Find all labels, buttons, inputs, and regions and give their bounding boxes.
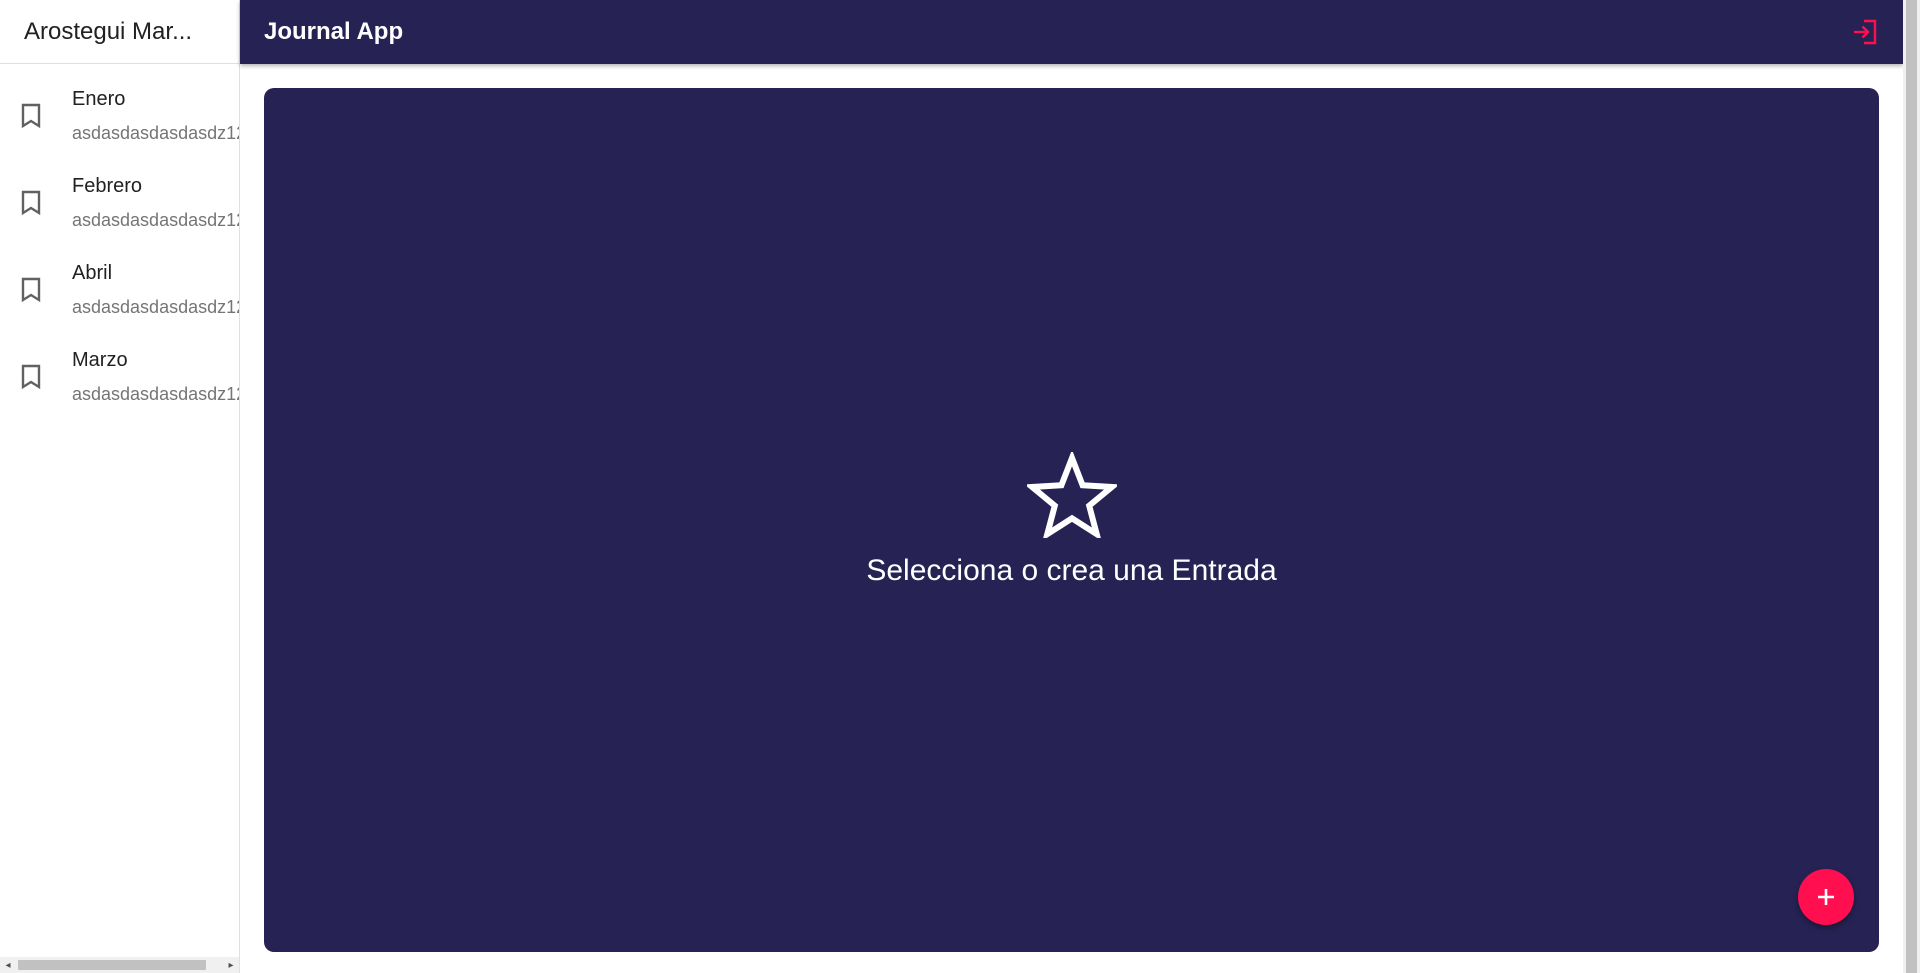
empty-state: Selecciona o crea una Entrada	[264, 452, 1879, 588]
entry-list: Enero asdasdasdasdasdz123 Febrero asdasd…	[0, 64, 239, 420]
list-item[interactable]: Enero asdasdasdasdasdz123	[0, 72, 239, 159]
entry-body: asdasdasdasdasdz123	[72, 383, 240, 404]
list-item[interactable]: Marzo asdasdasdasdasdz123	[0, 333, 239, 420]
app-bar: Journal App	[240, 0, 1903, 64]
entry-title: Abril	[72, 261, 113, 284]
entry-title: Enero	[72, 87, 126, 110]
app-title: Journal App	[264, 18, 404, 45]
scroll-right-icon[interactable]: ▸	[223, 957, 239, 973]
list-item[interactable]: Abril asdasdasdasdasdz123	[0, 246, 239, 333]
bookmark-icon	[21, 103, 41, 128]
scrollbar-track[interactable]	[16, 957, 223, 973]
sidebar-header: Arostegui Mar...	[0, 0, 239, 64]
bookmark-icon	[21, 190, 41, 215]
user-name: Arostegui Mar...	[24, 17, 193, 45]
add-entry-button[interactable]	[1798, 869, 1854, 925]
bookmark-icon	[21, 364, 41, 389]
horizontal-scrollbar[interactable]: ◂ ▸	[0, 957, 239, 973]
empty-message: Selecciona o crea una Entrada	[866, 554, 1277, 587]
list-item[interactable]: Febrero asdasdasdasdasdz123	[0, 159, 239, 246]
main-content: Selecciona o crea una Entrada	[264, 88, 1879, 952]
sidebar: Arostegui Mar... Enero asdasdasdasdasdz1…	[0, 0, 240, 973]
entry-title: Febrero	[72, 174, 143, 197]
logout-button[interactable]	[1845, 12, 1885, 52]
scroll-left-icon[interactable]: ◂	[0, 957, 16, 973]
bookmark-icon	[21, 277, 41, 302]
vertical-scrollbar[interactable]	[1903, 0, 1920, 973]
star-outline-icon	[1026, 452, 1117, 538]
entry-body: asdasdasdasdasdz123	[72, 296, 240, 317]
entry-body: asdasdasdasdasdz123	[72, 209, 240, 230]
scrollbar-thumb[interactable]	[18, 960, 206, 970]
add-icon	[1818, 889, 1834, 905]
logout-icon	[1854, 19, 1877, 45]
scrollbar-thumb[interactable]	[1906, 0, 1917, 973]
entry-title: Marzo	[72, 348, 128, 371]
entry-body: asdasdasdasdasdz123	[72, 122, 240, 143]
